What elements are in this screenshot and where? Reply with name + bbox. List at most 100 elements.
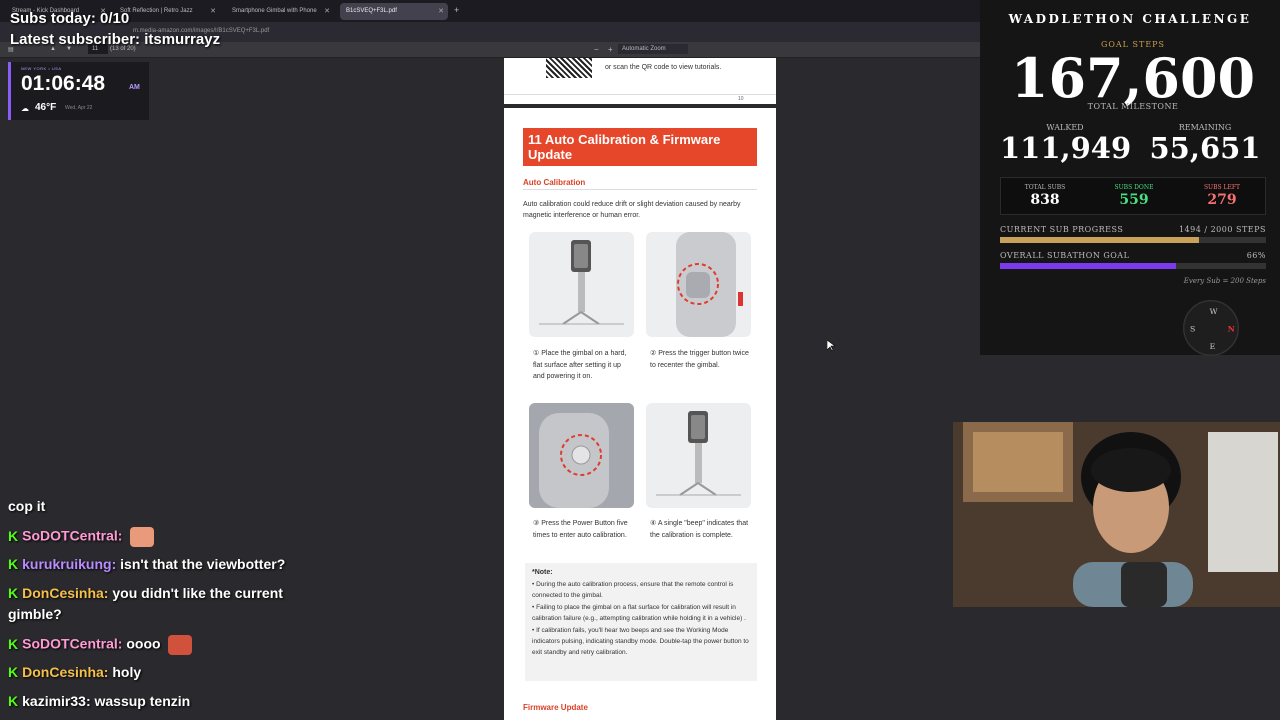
total-milestone-label: TOTAL MILESTONE [1087, 102, 1179, 111]
firmware-title: Firmware Update [523, 703, 588, 712]
chat-text: oooo [126, 635, 161, 652]
section-title: 11 Auto Calibration & Firmware Update [523, 128, 757, 166]
step-4-caption: ④ A single "beep" indicates that the cal… [650, 520, 749, 539]
tab-label: Smartphone Gimbal with Phone [232, 8, 317, 14]
page-rule [504, 94, 776, 95]
current-progress-bar [1000, 237, 1266, 243]
zoom-in-button[interactable]: + [608, 45, 613, 54]
chat-text: isn't that the viewbotter? [120, 556, 286, 572]
chat-message: Kkazimir33: wassup tenzin [8, 693, 190, 709]
current-progress-fill [1000, 237, 1199, 243]
step-3-image [529, 403, 634, 508]
subs-box: TOTAL SUBS 838 SUBS DONE 559 SUBS LEFT 2… [1000, 177, 1266, 215]
overall-goal-label: OVERALL SUBATHON GOAL [1000, 251, 1130, 260]
current-sub-progress-label: CURRENT SUB PROGRESS [1000, 225, 1124, 234]
zoom-select[interactable]: Automatic Zoom [618, 44, 688, 54]
kick-icon: K [8, 585, 19, 601]
chat-text: you didn't like the current [112, 585, 283, 601]
chat-username: DonCesinha: [22, 585, 109, 601]
step-2-caption: ② Press the trigger button twice to rece… [650, 350, 749, 369]
step-1-image [529, 232, 634, 337]
chat-text: wassup tenzin [94, 693, 191, 709]
gimbal-illustration [539, 240, 624, 325]
mouse-cursor-icon [827, 340, 835, 352]
challenge-title: WADDLETHON CHALLENGE [1008, 12, 1252, 26]
chat-message: K SoDOTCentral: [8, 527, 155, 547]
chat-text: gimble? [8, 606, 62, 622]
waddlethon-stats-panel: WADDLETHON CHALLENGE GOAL STEPS 167,600 … [980, 0, 1280, 356]
webcam-feed [953, 422, 1280, 607]
kick-icon: K [8, 527, 19, 544]
chat-message: cop it [8, 498, 45, 514]
remaining-value: 55,651 [1149, 131, 1261, 165]
note-title: *Note: [532, 569, 553, 576]
weather-icon: ☁ [21, 104, 29, 113]
kick-icon: K [8, 556, 19, 572]
kick-icon: K [8, 664, 19, 680]
qr-caption: or scan the QR code to view tutorials. [605, 64, 722, 71]
compass-right: N [1227, 324, 1235, 334]
close-icon[interactable]: ✕ [210, 7, 216, 15]
compass-left: S [1190, 324, 1196, 334]
chat-text: holy [112, 664, 142, 680]
intro-text: Auto calibration could reduce drift or s… [523, 201, 741, 219]
subsection-title: Auto Calibration [523, 178, 586, 187]
tab-label: Soft Reflection | Retro Jazz [120, 8, 193, 14]
emote-icon [130, 527, 155, 547]
close-icon[interactable]: ✕ [438, 7, 444, 15]
clock-time: 01:06:48 [21, 72, 106, 95]
subs-today: Subs today: 0/10 [10, 10, 130, 27]
new-tab-button[interactable]: + [452, 3, 466, 20]
overall-progress-bar [1000, 263, 1266, 269]
kick-icon: K [8, 635, 19, 652]
gimbal-complete-illustration [656, 411, 741, 496]
chat-message: Kkurukruikung: isn't that the viewbotter… [8, 556, 285, 572]
note-line: • Failing to place the gimbal on a flat … [532, 603, 746, 623]
current-sub-progress-value: 1494 / 2000 STEPS [1178, 225, 1266, 234]
goal-value: 167,600 [1010, 46, 1256, 110]
zoom-out-button[interactable]: − [594, 45, 599, 54]
subs-done-label: SUBS DONE [1114, 184, 1154, 191]
note-line: • If calibration fails, you'll hear two … [532, 626, 749, 657]
step-4-image [646, 403, 751, 508]
step-2-image [646, 232, 751, 337]
clock-widget: NEW YORK • USA 01:06:48 AM ☁ 46°F Wed, A… [8, 62, 149, 120]
close-icon[interactable]: ✕ [324, 7, 330, 15]
footnote: Every Sub = 200 Steps [1183, 277, 1266, 285]
overall-progress-fill [1000, 263, 1176, 269]
clock-date: Wed, Apr 22 [65, 105, 93, 111]
total-subs-value: 838 [1030, 192, 1060, 208]
note-box: *Note: • During the auto calibration pro… [525, 563, 757, 681]
clock-ampm: AM [129, 84, 140, 91]
chat-username: kazimir33: [22, 693, 91, 709]
webcam-scene [953, 422, 1280, 607]
walked-value: 111,949 [1000, 131, 1132, 165]
tab-label: B1cSVEQ+F3L.pdf [346, 8, 397, 14]
prev-page-number: 10 [738, 96, 744, 102]
qr-code [546, 58, 592, 78]
clock-temperature: 46°F [35, 102, 57, 113]
pdf-previous-page: or scan the QR code to view tutorials. 1… [504, 58, 776, 104]
step-1-caption: ① Place the gimbal on a hard, flat surfa… [533, 350, 627, 380]
tab-gimbal[interactable]: Smartphone Gimbal with Phone ✕ [226, 3, 334, 20]
chat-username: SoDOTCentral: [22, 635, 123, 652]
divider [523, 189, 757, 190]
chat-username: DonCesinha: [22, 664, 109, 680]
chat-message: K DonCesinha: holy [8, 664, 141, 680]
tab-retro-jazz[interactable]: Soft Reflection | Retro Jazz ✕ [114, 3, 220, 20]
pdf-page: 11 Auto Calibration & Firmware Update Au… [504, 108, 776, 720]
compass-icon: W E N S [1183, 300, 1239, 356]
kick-icon: K [8, 693, 19, 709]
total-subs-label: TOTAL SUBS [1024, 184, 1066, 191]
chat-message: K SoDOTCentral: oooo [8, 635, 193, 655]
chat-message: gimble? [8, 606, 62, 622]
chat-message: K DonCesinha: you didn't like the current [8, 585, 283, 601]
emote-icon [168, 635, 193, 655]
subs-left-value: 279 [1207, 192, 1237, 208]
gimbal-trigger-illustration [676, 232, 743, 337]
chat-username: kurukruikung: [22, 556, 117, 572]
tab-pdf[interactable]: B1cSVEQ+F3L.pdf ✕ [340, 3, 448, 20]
subs-left-label: SUBS LEFT [1203, 184, 1241, 191]
compass-bottom: E [1209, 342, 1216, 352]
overall-goal-value: 66% [1246, 251, 1266, 260]
